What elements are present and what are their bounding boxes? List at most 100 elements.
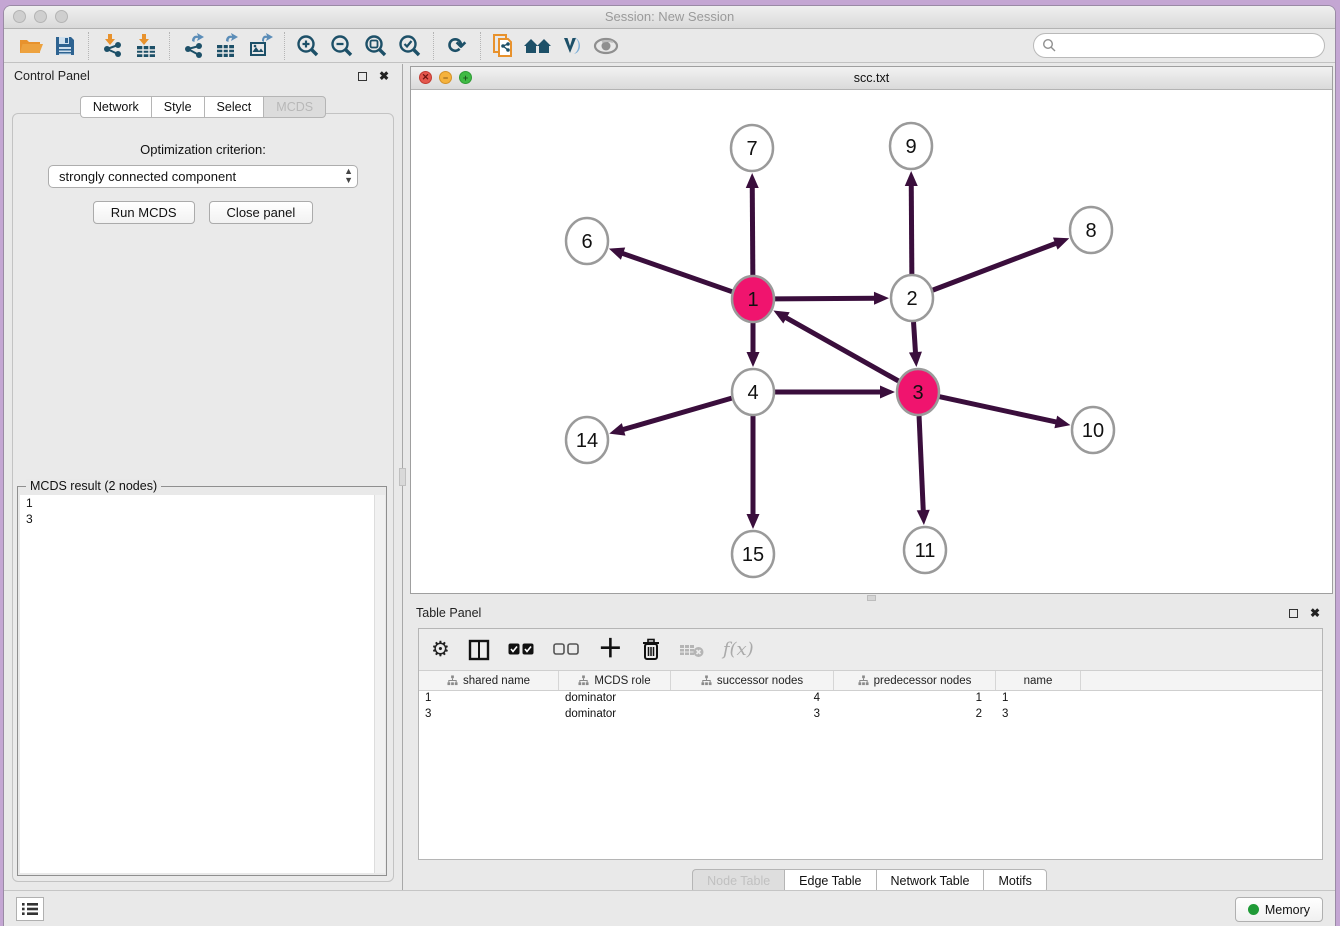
- network-close-button[interactable]: ✕: [419, 71, 432, 84]
- table-cell[interactable]: 3: [996, 707, 1081, 723]
- save-session-button[interactable]: [48, 31, 82, 61]
- close-panel-inner-button[interactable]: Close panel: [209, 201, 314, 224]
- table-cell[interactable]: 2: [834, 707, 996, 723]
- function-builder-button[interactable]: f(x): [723, 639, 754, 660]
- export-network-button[interactable]: [176, 31, 210, 61]
- toolbar-separator: [284, 32, 285, 60]
- zoom-out-icon: [329, 33, 355, 59]
- result-scrollbar[interactable]: [374, 495, 385, 873]
- tab-select[interactable]: Select: [204, 96, 264, 118]
- select-all-button[interactable]: [508, 643, 535, 656]
- graph-node-8[interactable]: 8: [1070, 207, 1112, 253]
- graph-edge-2-8[interactable]: [933, 243, 1057, 290]
- network-titlebar[interactable]: ✕ − + scc.txt: [411, 67, 1332, 90]
- graph-node-2[interactable]: 2: [891, 275, 933, 321]
- zoom-selected-button[interactable]: [393, 31, 427, 61]
- column-header-predecessor-nodes[interactable]: predecessor nodes: [834, 671, 996, 690]
- toolbar-separator: [433, 32, 434, 60]
- graph-node-4[interactable]: 4: [732, 369, 774, 415]
- graph-edge-2-3[interactable]: [914, 322, 916, 354]
- add-row-button[interactable]: ＋: [598, 637, 623, 662]
- search-box[interactable]: [1033, 33, 1325, 58]
- table-cell[interactable]: dominator: [559, 691, 671, 707]
- network-canvas[interactable]: 7 9 6 8 1 2 4 3 14 10 15 11: [411, 90, 1332, 593]
- export-table-button[interactable]: [210, 31, 244, 61]
- graph-edge-3-10[interactable]: [940, 397, 1058, 423]
- toggle-graphics-details-button[interactable]: [555, 31, 589, 61]
- svg-text:10: 10: [1082, 420, 1104, 442]
- import-network-button[interactable]: [95, 31, 129, 61]
- clone-network-icon: [491, 33, 517, 59]
- task-history-button[interactable]: [16, 897, 44, 921]
- mcds-result-text[interactable]: 13: [20, 495, 374, 873]
- memory-status-icon: [1248, 904, 1259, 915]
- svg-text:11: 11: [915, 540, 936, 562]
- tab-style[interactable]: Style: [151, 96, 204, 118]
- format-columns-button[interactable]: [468, 639, 490, 661]
- graph-edge-1-7[interactable]: [752, 186, 753, 275]
- optimization-dropdown[interactable]: strongly connected component ▲▼: [48, 165, 358, 188]
- table-cell[interactable]: 1: [419, 691, 559, 707]
- minimize-window-button[interactable]: [34, 10, 47, 23]
- main-titlebar: Session: New Session: [4, 6, 1335, 29]
- graph-node-7[interactable]: 7: [731, 125, 773, 171]
- zoom-window-button[interactable]: [55, 10, 68, 23]
- delete-table-button[interactable]: [679, 641, 705, 659]
- search-input[interactable]: [1061, 39, 1324, 53]
- svg-text:9: 9: [905, 136, 916, 158]
- graph-edge-3-1[interactable]: [785, 317, 899, 381]
- table-cell[interactable]: 1: [834, 691, 996, 707]
- network-window: ✕ − + scc.txt 7 9 6 8 1 2 4 3 14 10 15 11: [410, 66, 1333, 594]
- deselect-all-button[interactable]: [553, 643, 580, 656]
- show-hide-button[interactable]: [589, 31, 623, 61]
- table-cell[interactable]: 4: [671, 691, 834, 707]
- float-panel-button[interactable]: [354, 68, 370, 84]
- table-cell[interactable]: dominator: [559, 707, 671, 723]
- home-button[interactable]: [521, 31, 555, 61]
- graph-edge-4-14[interactable]: [622, 398, 732, 430]
- run-mcds-button[interactable]: Run MCDS: [93, 201, 195, 224]
- table-settings-button[interactable]: ⚙: [431, 639, 450, 660]
- tab-mcds[interactable]: MCDS: [263, 96, 326, 118]
- graph-node-10[interactable]: 10: [1072, 407, 1114, 453]
- delete-row-button[interactable]: [641, 638, 661, 662]
- import-table-button[interactable]: [129, 31, 163, 61]
- edge-arrowhead: [880, 386, 895, 399]
- table-cell[interactable]: 3: [419, 707, 559, 723]
- network-minimize-button[interactable]: −: [439, 71, 452, 84]
- column-header-shared-name[interactable]: shared name: [419, 671, 559, 690]
- graph-node-9[interactable]: 9: [890, 123, 932, 169]
- export-image-button[interactable]: [244, 31, 278, 61]
- column-header-name[interactable]: name: [996, 671, 1081, 690]
- memory-button[interactable]: Memory: [1235, 897, 1323, 922]
- graph-edge-2-9[interactable]: [911, 184, 912, 274]
- graph-node-3[interactable]: 3: [897, 369, 939, 415]
- table-float-button[interactable]: [1285, 605, 1301, 621]
- apply-layout-button[interactable]: ⟳: [440, 31, 474, 61]
- zoom-out-button[interactable]: [325, 31, 359, 61]
- zoom-fit-button[interactable]: [359, 31, 393, 61]
- table-cell[interactable]: 1: [996, 691, 1081, 707]
- graph-node-15[interactable]: 15: [732, 531, 774, 577]
- close-panel-button[interactable]: ✖: [376, 68, 392, 84]
- graph-node-6[interactable]: 6: [566, 218, 608, 264]
- table-close-button[interactable]: ✖: [1307, 605, 1323, 621]
- open-session-button[interactable]: [14, 31, 48, 61]
- vertical-splitter-handle[interactable]: [399, 468, 406, 486]
- table-row[interactable]: 1dominator411: [419, 691, 1322, 707]
- graph-edge-1-6[interactable]: [621, 253, 732, 292]
- graph-edge-3-11[interactable]: [919, 416, 923, 512]
- table-row[interactable]: 3dominator323: [419, 707, 1322, 723]
- graph-edge-1-2[interactable]: [775, 298, 876, 299]
- close-window-button[interactable]: [13, 10, 26, 23]
- column-header-MCDS-role[interactable]: MCDS role: [559, 671, 671, 690]
- graph-node-14[interactable]: 14: [566, 417, 608, 463]
- clone-network-button[interactable]: [487, 31, 521, 61]
- tab-network[interactable]: Network: [80, 96, 151, 118]
- graph-node-1[interactable]: 1: [732, 276, 774, 322]
- table-cell[interactable]: 3: [671, 707, 834, 723]
- graph-node-11[interactable]: 11: [904, 527, 946, 573]
- column-header-successor-nodes[interactable]: successor nodes: [671, 671, 834, 690]
- zoom-in-button[interactable]: [291, 31, 325, 61]
- network-zoom-button[interactable]: +: [459, 71, 472, 84]
